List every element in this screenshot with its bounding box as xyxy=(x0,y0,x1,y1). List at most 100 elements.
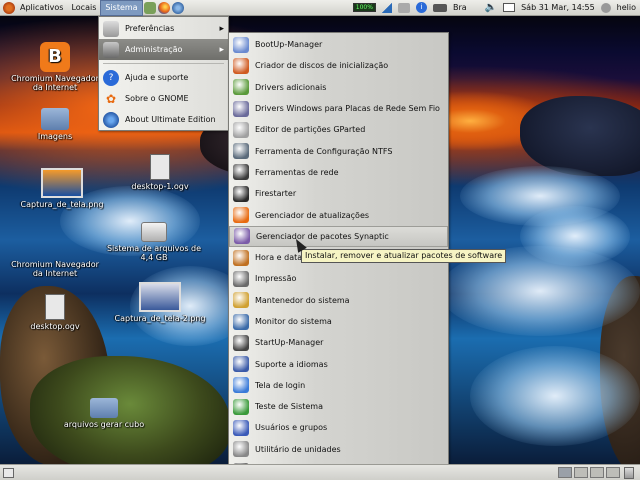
menu-item-wireless-card[interactable]: Drivers Windows para Placas de Rede Sem … xyxy=(229,98,448,119)
clock-icon xyxy=(233,249,249,266)
submenu-arrow-icon: ▸ xyxy=(219,44,224,55)
network-manager-icon[interactable] xyxy=(397,2,410,13)
menu-item-label: Impressão xyxy=(255,274,297,284)
sistema-menu: Preferências ▸ Administração ▸ ? Ajuda e… xyxy=(98,16,229,131)
user-name[interactable]: helio xyxy=(617,3,636,12)
folder-icon xyxy=(90,398,118,418)
desktop-icon-label: desktop-1.ogv xyxy=(131,182,189,191)
system-maintainer-icon xyxy=(233,292,249,309)
battery-icon[interactable]: 100% xyxy=(352,3,376,12)
ntfs-icon xyxy=(233,143,249,160)
menu-item-administracao[interactable]: Administração ▸ xyxy=(99,39,228,60)
desktop-icon-label: arquivos gerar cubo xyxy=(63,420,145,429)
desktop-icon-captura-de-tela-2[interactable]: Captura_de_tela-2.png xyxy=(112,282,208,323)
desktop-icon-desktop-ogv[interactable]: desktop.ogv xyxy=(7,294,103,331)
menu-item-gparted[interactable]: Editor de partições GParted xyxy=(229,119,448,140)
browser-globe-icon[interactable] xyxy=(171,1,184,14)
startup-manager-icon xyxy=(233,334,249,351)
clock[interactable]: Sáb 31 Mar, 14:55 xyxy=(521,3,595,12)
menu-item-about-ultimate[interactable]: About Ultimate Edition xyxy=(99,109,228,130)
synaptic-icon xyxy=(234,228,250,245)
mail-icon[interactable] xyxy=(503,3,516,12)
desktop-icon-label: desktop.ogv xyxy=(30,322,80,331)
menu-item-label: Usuários e grupos xyxy=(255,423,328,433)
menu-item-label: Monitor do sistema xyxy=(255,317,332,326)
menu-item-label: Sobre o GNOME xyxy=(125,94,189,103)
desktop-icon-label: Chromium Navegador da Internet xyxy=(11,74,99,92)
menu-item-drivers[interactable]: Drivers adicionais xyxy=(229,77,448,98)
workspace-1[interactable] xyxy=(558,467,572,478)
menu-item-preferencias[interactable]: Preferências ▸ xyxy=(99,18,228,39)
menu-item-users-groups[interactable]: Usuários e grupos xyxy=(229,417,448,438)
trash-icon[interactable] xyxy=(624,467,634,479)
menu-item-ajuda[interactable]: ? Ajuda e suporte xyxy=(99,67,228,88)
menu-item-label: About Ultimate Edition xyxy=(125,115,216,124)
workspace-4[interactable] xyxy=(606,467,620,478)
desktop-icon-label: Chromium Navegador da Internet xyxy=(11,260,99,278)
menu-item-firestarter[interactable]: Firestarter xyxy=(229,183,448,204)
image-thumbnail-icon xyxy=(139,282,181,312)
bottom-panel xyxy=(0,464,640,480)
desktop-icon-captura-de-tela[interactable]: Captura_de_tela.png xyxy=(14,168,110,209)
system-test-icon xyxy=(233,398,249,415)
menu-item-system-maintainer[interactable]: Mantenedor do sistema xyxy=(229,290,448,311)
menu-locais[interactable]: Locais xyxy=(67,0,100,16)
menu-item-update-manager[interactable]: Gerenciador de atualizações xyxy=(229,204,448,225)
network-signal-icon[interactable] xyxy=(381,2,392,13)
menu-item-label: Criador de discos de inicialização xyxy=(255,61,389,71)
volume-icon[interactable]: 🔈 xyxy=(485,2,497,13)
keyboard-layout[interactable]: Bra xyxy=(453,3,467,12)
menu-item-system-test[interactable]: Teste de Sistema xyxy=(229,396,448,417)
menu-item-label: Drivers Windows para Placas de Rede Sem … xyxy=(255,104,440,114)
menu-item-bootup[interactable]: BootUp-Manager xyxy=(229,34,448,55)
menu-item-label: Firestarter xyxy=(255,189,297,199)
menu-item-synaptic[interactable]: Gerenciador de pacotes Synaptic xyxy=(229,225,448,247)
info-icon[interactable]: i xyxy=(415,2,427,13)
network-tools-icon xyxy=(233,164,249,181)
show-desktop-icon[interactable] xyxy=(3,468,14,478)
menu-item-network-tools[interactable]: Ferramentas de rede xyxy=(229,162,448,183)
administration-icon xyxy=(103,41,119,58)
menu-item-startup-disk[interactable]: Criador de discos de inicialização xyxy=(229,55,448,76)
workspace-3[interactable] xyxy=(590,467,604,478)
workspace-2[interactable] xyxy=(574,467,588,478)
printer-icon xyxy=(233,270,249,287)
menu-item-label: Gerenciador de pacotes Synaptic xyxy=(256,231,389,241)
menu-item-language[interactable]: Suporte a idiomas xyxy=(229,353,448,374)
menu-item-login-screen[interactable]: Tela de login xyxy=(229,375,448,396)
users-launcher-icon[interactable] xyxy=(143,1,156,14)
desktop-icon-filesystem[interactable]: Sistema de arquivos de 4,4 GB xyxy=(106,222,202,262)
desktop-icon-desktop-1-ogv[interactable]: desktop-1.ogv xyxy=(112,154,208,191)
menu-sistema[interactable]: Sistema xyxy=(100,0,143,16)
bootup-icon xyxy=(233,36,249,53)
menu-item-label: Ferramenta de Configuração NTFS xyxy=(255,146,393,156)
users-groups-icon xyxy=(233,419,249,436)
firefox-icon[interactable] xyxy=(157,1,170,14)
menu-item-printer[interactable]: Impressão xyxy=(229,268,448,289)
desktop-icon-chromium-2[interactable]: Chromium Navegador da Internet xyxy=(7,260,103,278)
menu-item-disk-utility[interactable]: Utilitário de unidades xyxy=(229,439,448,460)
preferences-icon xyxy=(103,20,119,37)
menu-aplicativos[interactable]: Aplicativos xyxy=(16,0,67,16)
user-switch-icon[interactable] xyxy=(600,2,611,13)
desktop-icon-arquivos-gerar-cubo[interactable]: arquivos gerar cubo xyxy=(56,398,152,429)
menu-item-label: Editor de partições GParted xyxy=(255,125,366,135)
menu-item-system-monitor[interactable]: Monitor do sistema xyxy=(229,311,448,332)
ubuntu-logo-icon[interactable] xyxy=(3,1,15,14)
desktop-icon-imagens[interactable]: Imagens xyxy=(7,108,103,141)
menu-separator xyxy=(103,63,224,64)
system-monitor-icon xyxy=(233,313,249,330)
menu-item-ntfs[interactable]: Ferramenta de Configuração NTFS xyxy=(229,140,448,161)
submenu-arrow-icon: ▸ xyxy=(219,23,224,34)
system-tray: 100% i Bra 🔈 Sáb 31 Mar, 14:55 helio xyxy=(352,2,640,13)
top-panel: Aplicativos Locais Sistema 100% i Bra 🔈 … xyxy=(0,0,640,16)
desktop-icon-chromium[interactable]: B Chromium Navegador da Internet xyxy=(7,42,103,92)
menu-item-startup-manager[interactable]: StartUp-Manager xyxy=(229,332,448,353)
menu-item-label: Teste de Sistema xyxy=(255,402,323,412)
desktop-icon-label: Captura_de_tela-2.png xyxy=(114,314,206,323)
help-icon: ? xyxy=(103,69,119,86)
firestarter-icon xyxy=(233,185,249,202)
menu-item-sobre-gnome[interactable]: ✿ Sobre o GNOME xyxy=(99,88,228,109)
keyboard-icon[interactable] xyxy=(432,3,447,12)
desktop-icon-label: Imagens xyxy=(37,132,73,141)
